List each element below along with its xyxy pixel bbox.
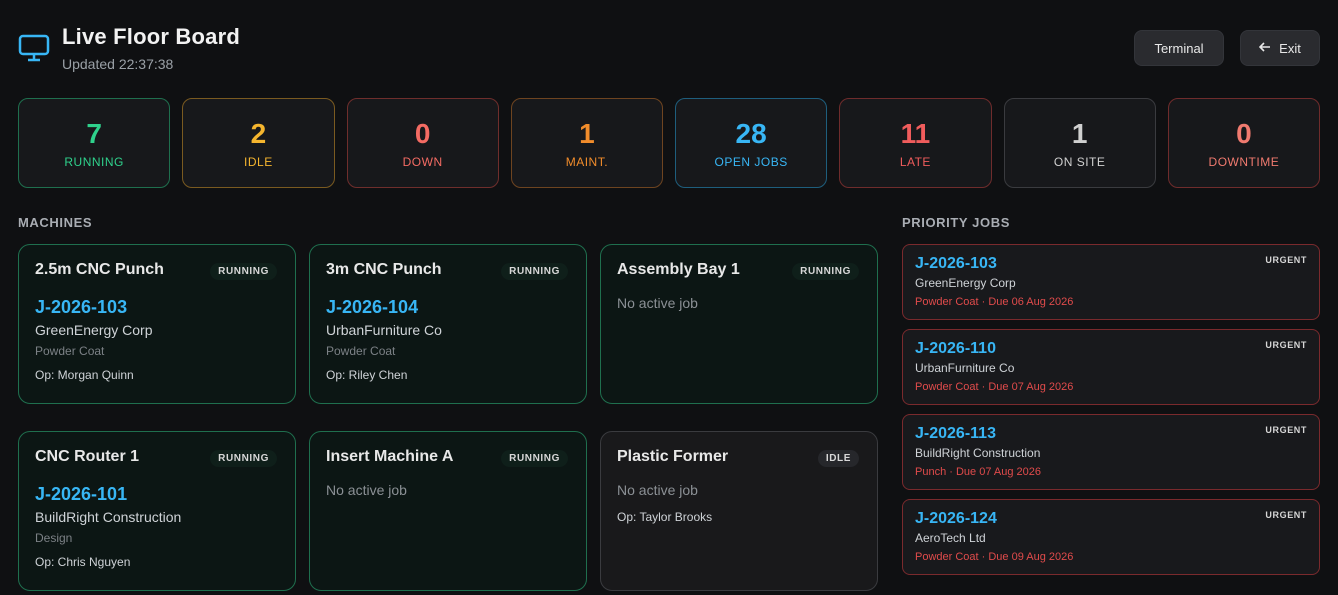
machine-card[interactable]: CNC Router 1 RUNNING J-2026-101 BuildRight … xyxy=(18,430,296,591)
stat-label: ON SITE xyxy=(1053,155,1106,169)
terminal-button[interactable]: Terminal xyxy=(1134,30,1224,66)
stat-label: LATE xyxy=(899,155,931,169)
stat-label: RUNNING xyxy=(64,155,124,169)
customer-name: GreenEnergy Corp xyxy=(35,322,153,338)
stat-value: 1 xyxy=(1071,118,1088,149)
process-name: Powder Coat xyxy=(35,344,105,358)
status-badge: IDLE xyxy=(817,449,859,467)
stat-value: 0 xyxy=(414,118,431,149)
status-badge: RUNNING xyxy=(501,449,568,467)
customer-name: UrbanFurniture Co xyxy=(915,361,1015,375)
stat-value: 2 xyxy=(250,118,267,149)
job-number[interactable]: J-2026-103 xyxy=(35,297,279,318)
customer-name: AeroTech Ltd xyxy=(915,531,986,545)
machine-card[interactable]: Plastic Former IDLE No active job Op: Taylo… xyxy=(600,430,878,591)
operator-name: Op: Taylor Brooks xyxy=(617,509,713,524)
no-active-job: No active job xyxy=(617,481,698,498)
updated-time: Updated 22:37:38 xyxy=(62,56,174,72)
operator-name: Op: Morgan Quinn xyxy=(35,368,134,382)
no-active-job: No active job xyxy=(617,295,698,311)
priority-job-card[interactable]: J-2026-124 AeroTech Ltd Powder Coat · Due … xyxy=(902,499,1320,575)
urgent-badge: URGENT xyxy=(1265,510,1307,520)
operator-name: Op: Riley Chen xyxy=(326,368,408,382)
stat-label: MAINT. xyxy=(565,155,609,169)
job-due-meta: Powder Coat · Due 07 Aug 2026 xyxy=(915,381,1074,393)
stat-card-on-site[interactable]: 1 ON SITE xyxy=(1003,98,1156,188)
machine-card[interactable]: 3m CNC Punch RUNNING J-2026-104 UrbanFurnit… xyxy=(309,244,587,404)
stat-value: 11 xyxy=(900,118,931,149)
customer-name: GreenEnergy Corp xyxy=(915,276,1016,290)
status-badge: RUNNING xyxy=(210,263,277,280)
priority-job-card[interactable]: J-2026-103 GreenEnergy Corp Powder Coat · … xyxy=(902,244,1320,320)
machines-header: MACHINES xyxy=(18,215,93,230)
stat-card-late[interactable]: 11 LATE xyxy=(839,98,992,188)
priority-job-card[interactable]: J-2026-110 UrbanFurniture Co Powder Coat ·… xyxy=(902,329,1320,405)
urgent-badge: URGENT xyxy=(1265,425,1307,435)
stat-card-downtime[interactable]: 0 DOWNTIME xyxy=(1167,98,1320,188)
machine-card[interactable]: Insert Machine A RUNNING No active job xyxy=(309,430,587,591)
stat-label: DOWNTIME xyxy=(1208,155,1280,169)
customer-name: UrbanFurniture Co xyxy=(326,322,442,338)
urgent-badge: URGENT xyxy=(1265,340,1307,350)
urgent-badge: URGENT xyxy=(1265,255,1307,265)
status-badge: RUNNING xyxy=(210,449,277,467)
job-number[interactable]: J-2026-110 xyxy=(915,340,1307,358)
process-name: Powder Coat xyxy=(326,344,396,358)
status-badge: RUNNING xyxy=(501,263,568,280)
job-number[interactable]: J-2026-104 xyxy=(326,297,570,318)
stat-value: 0 xyxy=(1236,118,1252,149)
page-title: Live Floor Board xyxy=(62,24,240,49)
stat-card-running[interactable]: 7 RUNNING xyxy=(18,98,171,188)
job-number[interactable]: J-2026-101 xyxy=(35,484,279,505)
stat-label: DOWN xyxy=(402,155,443,169)
stat-card-down[interactable]: 0 DOWN xyxy=(346,98,499,188)
customer-name: BuildRight Construction xyxy=(35,508,182,525)
stat-value: 28 xyxy=(735,118,767,149)
terminal-button-label: Terminal xyxy=(1154,40,1204,56)
stat-card-maint[interactable]: 1 MAINT. xyxy=(510,98,663,188)
stat-label: OPEN JOBS xyxy=(714,155,788,169)
stat-card-idle[interactable]: 2 IDLE xyxy=(182,98,335,188)
stat-value: 7 xyxy=(86,118,102,149)
stat-card-open-jobs[interactable]: 28 OPEN JOBS xyxy=(675,98,828,188)
monitor-icon xyxy=(18,34,50,62)
machine-card[interactable]: Assembly Bay 1 RUNNING No active job xyxy=(600,244,878,404)
arrow-left-icon xyxy=(1259,41,1271,56)
no-active-job: No active job xyxy=(326,481,407,498)
process-name: Design xyxy=(35,530,73,545)
job-number[interactable]: J-2026-113 xyxy=(915,425,1307,443)
exit-button[interactable]: Exit xyxy=(1240,30,1320,66)
priority-job-card[interactable]: J-2026-113 BuildRight Construction Punch ·… xyxy=(902,414,1320,490)
exit-button-label: Exit xyxy=(1279,40,1301,56)
job-due-meta: Punch · Due 07 Aug 2026 xyxy=(915,466,1041,478)
machines-grid: 2.5m CNC Punch RUNNING J-2026-103 GreenEner… xyxy=(18,244,878,595)
stats-row: 7 RUNNING 2 IDLE 0 DOWN 1 MAINT. 28 OPEN JOBS 11 LA… xyxy=(18,98,1320,188)
machine-card[interactable]: 2.5m CNC Punch RUNNING J-2026-103 GreenEner… xyxy=(18,244,296,404)
stat-label: IDLE xyxy=(244,155,273,169)
header: Live Floor Board Updated 22:37:38 Termin… xyxy=(18,22,1320,78)
operator-name: Op: Chris Nguyen xyxy=(35,554,131,569)
priority-jobs-list: J-2026-103 GreenEnergy Corp Powder Coat · … xyxy=(902,244,1320,575)
customer-name: BuildRight Construction xyxy=(915,446,1041,460)
job-due-meta: Powder Coat · Due 06 Aug 2026 xyxy=(915,296,1074,308)
status-badge: RUNNING xyxy=(792,263,859,280)
job-due-meta: Powder Coat · Due 09 Aug 2026 xyxy=(915,551,1074,563)
stat-value: 1 xyxy=(579,118,595,149)
job-number[interactable]: J-2026-103 xyxy=(915,255,1307,273)
job-number[interactable]: J-2026-124 xyxy=(915,510,1307,528)
priority-jobs-header: PRIORITY JOBS xyxy=(902,215,1010,230)
